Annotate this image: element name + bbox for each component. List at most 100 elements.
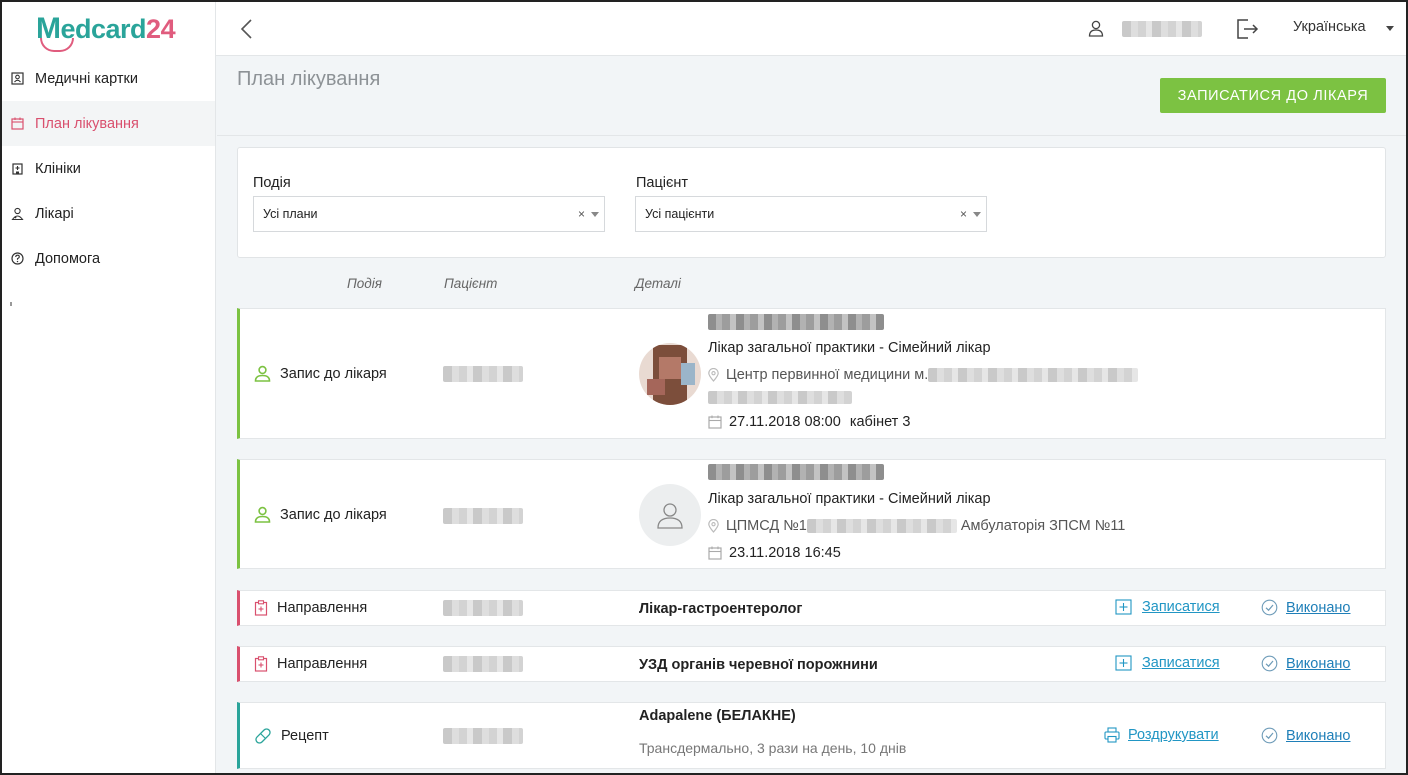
appointment-datetime: 27.11.2018 08:00 кабінет 3 [708,414,910,430]
event-filter-label: Подія [253,175,291,191]
book-doctor-button[interactable]: ЗАПИСАТИСЯ ДО ЛІКАРЯ [1160,78,1386,113]
address-redacted [708,391,852,404]
calendar-icon [708,546,722,560]
column-header-details: Деталі [635,276,681,291]
sidebar-item-label: Лікарі [35,205,74,222]
check-circle-icon [1261,727,1278,744]
user-placeholder-icon [657,503,683,529]
sidebar-item-label: Допомога [35,250,101,267]
sidebar-item-label: Медичні картки [35,70,138,87]
sidebar-nav: Медичні картки План лікування Клініки Лі… [2,56,215,281]
plan-row[interactable]: Направлення Лікар-гастроентеролог Записа… [237,590,1386,626]
avatar-pixel [647,379,665,395]
doctor-avatar [639,343,701,405]
mark-done-link[interactable]: Виконано [1261,655,1351,672]
user-icon[interactable] [1088,20,1104,42]
doctor-name-redacted [708,464,884,480]
divider [217,135,1406,136]
plan-row[interactable]: Запис до лікаря Лікар загальної практики… [237,308,1386,439]
sidebar-item-help[interactable]: Допомога [2,236,215,281]
plan-row[interactable]: Рецепт Adapalene (БЕЛАКНЕ) Трансдермальн… [237,702,1386,769]
plan-row[interactable]: Направлення УЗД органів черевної порожни… [237,646,1386,682]
mark-done-link[interactable]: Виконано [1261,599,1351,616]
event-label: Запис до лікаря [280,506,387,523]
clinic-address: ЦПМСД №1 Амбулаторія ЗПСМ №11 [708,518,1125,534]
medical-card-icon [10,72,24,86]
doctor-specialty: Лікар загальної практики - Сімейний ліка… [708,491,991,507]
add-appointment-icon [1115,655,1134,671]
doctor-name-redacted [708,314,884,330]
appointment-datetime: 23.11.2018 16:45 [708,545,841,561]
address-suffix: Амбулаторія ЗПСМ №11 [960,518,1126,534]
sidebar-item-label: План лікування [35,115,139,132]
page-title: План лікування [237,68,381,90]
event-filter-value: Усі плани [263,207,318,221]
appointment-date: 27.11.2018 08:00 [729,414,841,430]
clear-icon[interactable]: × [960,207,967,221]
link-label: Виконано [1286,727,1351,744]
caret-down-icon[interactable] [1386,26,1394,31]
caret-down-icon[interactable] [973,212,981,217]
plan-row[interactable]: Запис до лікаря Лікар загальної практики… [237,459,1386,569]
event-filter-select[interactable]: Усі плани × [253,196,605,232]
clear-icon[interactable]: × [578,207,585,221]
referral-detail: Лікар-гастроентеролог [639,601,803,617]
clipboard-icon [254,600,268,616]
mark-done-link[interactable]: Виконано [1261,727,1351,744]
stethoscope-icon [40,38,74,52]
print-link[interactable]: Роздрукувати [1104,727,1219,743]
user-name-redacted[interactable] [1122,21,1202,37]
clinic-icon [10,162,24,176]
referral-detail: УЗД органів черевної порожнини [639,657,878,673]
location-pin-icon [708,519,719,533]
help-icon [10,252,24,266]
patient-name-redacted [443,508,523,524]
patient-filter-label: Пацієнт [636,175,689,191]
event-label: Направлення [277,600,368,616]
sign-up-link[interactable]: Записатися [1115,599,1220,615]
check-circle-icon [1261,655,1278,672]
pill-icon [254,727,272,745]
sidebar: Medcard24 Медичні картки План лікування [2,2,216,773]
back-arrow-icon[interactable] [238,18,256,40]
language-selector[interactable]: Українська [1293,19,1366,35]
check-circle-icon [1261,599,1278,616]
sign-up-link[interactable]: Записатися [1115,655,1220,671]
sidebar-item-medical-cards[interactable]: Медичні картки [2,56,215,101]
sidebar-item-doctors[interactable]: Лікарі [2,191,215,236]
event-cell: Запис до лікаря [254,506,387,523]
address-prefix: Центр первинної медицини м. [726,367,929,383]
divider-mark [10,302,12,306]
calendar-icon [708,415,722,429]
doctor-specialty: Лікар загальної практики - Сімейний ліка… [708,340,991,356]
link-label: Роздрукувати [1128,727,1219,743]
column-header-patient: Пацієнт [444,276,498,291]
caret-down-icon[interactable] [591,212,599,217]
clipboard-icon [254,656,268,672]
logout-icon[interactable] [1236,18,1260,45]
link-label: Виконано [1286,599,1351,616]
address-redacted [928,368,1139,382]
event-label: Направлення [277,656,368,672]
patient-name-redacted [443,728,523,744]
topbar: Українська [216,2,1406,56]
avatar-pixel [659,357,681,379]
filter-panel: Подія Усі плани × Пацієнт Усі пацієнти × [237,147,1386,258]
event-cell: Рецепт [254,727,329,745]
avatar-pixel [681,363,695,385]
sidebar-item-treatment-plan[interactable]: План лікування [2,101,215,146]
person-icon [254,365,271,382]
logo-number: 24 [146,13,176,44]
patient-name-redacted [443,656,523,672]
patient-name-redacted [443,366,523,382]
sidebar-item-clinics[interactable]: Клініки [2,146,215,191]
medcard24-logo[interactable]: Medcard 24 [36,8,176,52]
column-header-event: Подія [347,276,382,291]
address-prefix: ЦПМСД №1 [726,518,807,534]
event-cell: Запис до лікаря [254,365,387,382]
prescription-drug: Adapalene (БЕЛАКНЕ) [639,708,796,724]
patient-filter-select[interactable]: Усі пацієнти × [635,196,987,232]
event-label: Запис до лікаря [280,365,387,382]
printer-icon [1104,727,1120,743]
event-label: Рецепт [281,728,329,744]
